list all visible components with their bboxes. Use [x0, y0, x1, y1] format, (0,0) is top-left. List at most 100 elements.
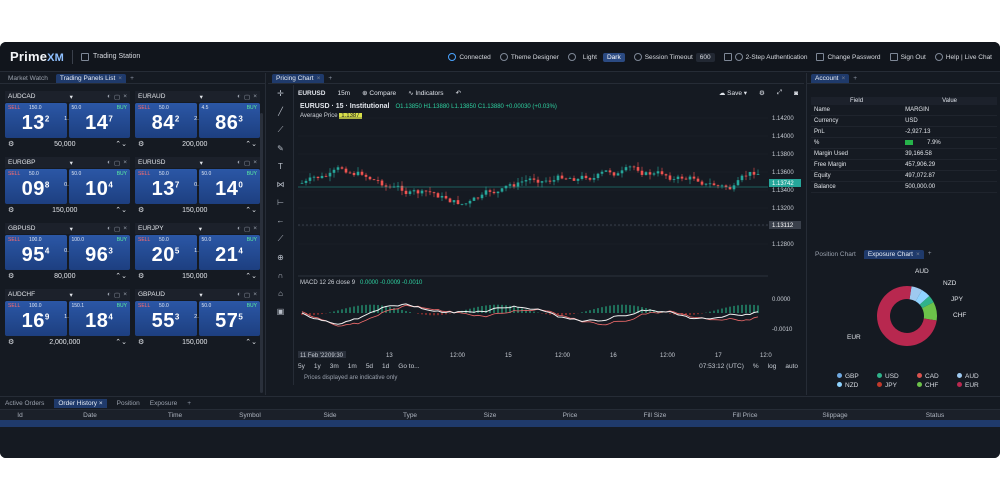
sell-button[interactable]: SELL 50.0 205: [135, 235, 197, 270]
legend-item[interactable]: USD: [877, 373, 907, 380]
amount-stepper[interactable]: ⚙ 200,000 ⌃⌄: [135, 138, 260, 150]
column-header[interactable]: Fill Price: [700, 412, 790, 419]
sell-button[interactable]: SELL 50.0 842: [135, 103, 197, 138]
close-icon[interactable]: ×: [123, 291, 127, 299]
trading-tile[interactable]: EURGBP ▾ ◐▢× SELL 50.0 098 0.5 50.0 BUY …: [5, 157, 130, 220]
pie-label[interactable]: CHF: [953, 312, 966, 319]
column-header[interactable]: Time: [140, 412, 210, 419]
range-button[interactable]: 1y: [314, 363, 321, 370]
chevron-down-icon[interactable]: ▾: [70, 159, 73, 167]
sell-button[interactable]: SELL 150.0 132: [5, 103, 67, 138]
exposure-donut[interactable]: AUD NZD JPY CHF EUR: [807, 261, 1000, 371]
log-toggle[interactable]: log: [768, 363, 777, 370]
trading-tile[interactable]: AUDCHF ▾ ◐▢× SELL 100.0 169 1.5 150.1 BU…: [5, 289, 130, 352]
close-icon[interactable]: ×: [253, 225, 257, 233]
dark-option[interactable]: Dark: [602, 52, 625, 62]
symbol-selector[interactable]: GBPUSD: [8, 225, 35, 232]
column-header[interactable]: Type: [370, 412, 450, 419]
close-icon[interactable]: ×: [253, 291, 257, 299]
close-icon[interactable]: ×: [842, 75, 846, 82]
close-icon[interactable]: ×: [253, 159, 257, 167]
close-icon[interactable]: ×: [916, 251, 920, 258]
stepper-icon[interactable]: ⌃⌄: [115, 140, 127, 148]
column-header[interactable]: Size: [450, 412, 530, 419]
tab-pricing-chart[interactable]: Pricing Chart ×: [272, 73, 325, 83]
pie-label[interactable]: JPY: [951, 296, 964, 303]
pie-label[interactable]: NZD: [943, 280, 957, 287]
chevron-down-icon[interactable]: ▾: [199, 291, 202, 299]
buy-button[interactable]: 150.1 BUY 184: [68, 301, 130, 336]
theme-designer-button[interactable]: Theme Designer: [499, 53, 559, 61]
percent-toggle[interactable]: %: [753, 363, 759, 370]
buy-button[interactable]: 100.0 BUY 963: [68, 235, 130, 270]
help-button[interactable]: Help | Live Chat: [934, 53, 992, 61]
tab-position-chart[interactable]: Position Chart: [811, 250, 860, 259]
tab-account[interactable]: Account ×: [811, 73, 850, 83]
column-header[interactable]: Id: [0, 412, 40, 419]
sell-button[interactable]: SELL 50.0 137: [135, 169, 197, 204]
buy-button[interactable]: 50.0 BUY 147: [68, 103, 130, 138]
pie-label[interactable]: AUD: [915, 268, 929, 275]
add-tab-icon[interactable]: +: [928, 250, 932, 259]
symbol-selector[interactable]: EURAUD: [138, 93, 165, 100]
chevron-down-icon[interactable]: ▾: [200, 159, 203, 167]
amount-stepper[interactable]: ⚙ 150,000 ⌃⌄: [135, 270, 260, 282]
stepper-icon[interactable]: ⌃⌄: [115, 272, 127, 280]
range-button[interactable]: 5d: [366, 363, 373, 370]
toggle-icon[interactable]: ◐: [107, 93, 111, 101]
symbol-selector[interactable]: GBPAUD: [138, 291, 165, 298]
stepper-icon[interactable]: ⌃⌄: [115, 206, 127, 214]
add-tab-icon[interactable]: +: [130, 75, 134, 82]
column-header[interactable]: Status: [880, 412, 990, 419]
buy-button[interactable]: 4.5 BUY 863: [198, 103, 260, 138]
range-button[interactable]: 1d: [382, 363, 389, 370]
chevron-down-icon[interactable]: ▾: [70, 93, 73, 101]
close-icon[interactable]: ×: [123, 93, 127, 101]
range-button[interactable]: 5y: [298, 363, 305, 370]
stepper-icon[interactable]: ⌃⌄: [245, 272, 257, 280]
add-tab-icon[interactable]: +: [187, 400, 191, 407]
close-icon[interactable]: ×: [123, 159, 127, 167]
scrollbar[interactable]: [260, 113, 263, 393]
stepper-icon[interactable]: ⌃⌄: [245, 206, 257, 214]
tab-market-watch[interactable]: Market Watch: [4, 74, 52, 83]
sign-out-button[interactable]: Sign Out: [889, 53, 926, 61]
column-header[interactable]: Date: [40, 412, 140, 419]
trading-tile[interactable]: GBPUSD ▾ ◐▢× SELL 100.0 954 0.9 100.0 BU…: [5, 223, 130, 286]
amount-stepper[interactable]: ⚙ 2,000,000 ⌃⌄: [5, 336, 130, 348]
chevron-down-icon[interactable]: ▾: [70, 225, 73, 233]
symbol-selector[interactable]: AUDCHF: [8, 291, 35, 298]
sell-button[interactable]: SELL 100.0 169: [5, 301, 67, 336]
price-chart[interactable]: 1.14200 1.14000 1.13800 1.13600 1.13400 1.132…: [298, 113, 804, 358]
legend-item[interactable]: EUR: [957, 382, 987, 389]
column-header[interactable]: Field: [811, 97, 903, 105]
close-icon[interactable]: ×: [317, 75, 321, 82]
amount-stepper[interactable]: ⚙ 150,000 ⌃⌄: [135, 336, 260, 348]
toggle-icon[interactable]: ◐: [107, 225, 111, 233]
duplicate-icon[interactable]: ▢: [114, 159, 120, 167]
trading-tile[interactable]: GBPAUD ▾ ◐▢× SELL 50.0 553 2.2 50.0 BUY …: [135, 289, 260, 352]
close-icon[interactable]: ×: [253, 93, 257, 101]
magnet-icon[interactable]: ∩: [278, 271, 284, 280]
toggle-icon[interactable]: ◐: [237, 93, 241, 101]
trading-tile[interactable]: AUDCAD ▾ ◐▢× SELL 150.0 132 1.5 50.0 BUY…: [5, 91, 130, 154]
close-icon[interactable]: ×: [123, 225, 127, 233]
range-button[interactable]: 3m: [330, 363, 339, 370]
close-icon[interactable]: ×: [118, 75, 122, 82]
crosshair-icon[interactable]: ✛: [277, 89, 284, 98]
toggle-icon[interactable]: ◐: [107, 159, 111, 167]
ray-icon[interactable]: ⟋: [278, 125, 284, 135]
amount-stepper[interactable]: ⚙ 50,000 ⌃⌄: [5, 138, 130, 150]
theme-toggle[interactable]: Light Dark: [567, 52, 625, 62]
text-icon[interactable]: T: [278, 162, 283, 171]
legend-item[interactable]: AUD: [957, 373, 987, 380]
fib-icon[interactable]: ⊢: [277, 198, 284, 207]
symbol-selector[interactable]: AUDCAD: [8, 93, 35, 100]
buy-button[interactable]: 50.0 BUY 140: [198, 169, 260, 204]
fullscreen-icon[interactable]: ⤢: [777, 89, 782, 97]
amount-stepper[interactable]: ⚙ 80,000 ⌃⌄: [5, 270, 130, 282]
buy-button[interactable]: 50.0 BUY 214: [198, 235, 260, 270]
column-header[interactable]: Symbol: [210, 412, 290, 419]
legend-item[interactable]: GBP: [837, 373, 867, 380]
symbol-selector[interactable]: EURJPY: [138, 225, 164, 232]
